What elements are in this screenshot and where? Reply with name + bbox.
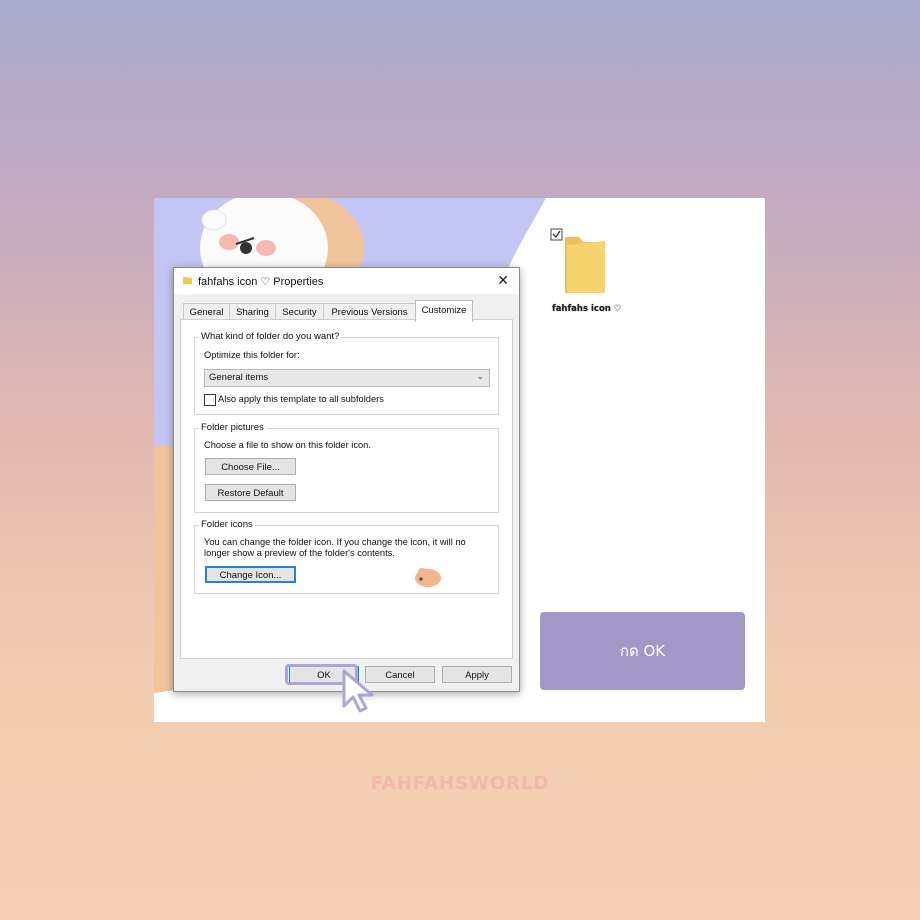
customize-panel: What kind of folder do you want? Optimiz… <box>180 319 513 659</box>
restore-default-button[interactable]: Restore Default <box>205 484 296 501</box>
dialog-title: fahfahs icon ♡ Properties <box>198 276 324 288</box>
instruction-ok-button[interactable]: กด OK <box>540 612 745 690</box>
folder-icons-description-2: longer show a preview of the folder's co… <box>204 548 395 558</box>
folder-type-legend: What kind of folder do you want? <box>199 331 342 342</box>
choose-file-button[interactable]: Choose File... <box>205 458 296 475</box>
brand-watermark: FAHFAHSWORLD <box>370 773 550 794</box>
tab-customize[interactable]: Customize <box>415 300 473 322</box>
folder-icons-legend: Folder icons <box>199 519 255 530</box>
folder-icons-group: Folder icons You can change the folder i… <box>194 519 499 594</box>
folder-icons-description-1: You can change the folder icon. If you c… <box>204 537 466 547</box>
folder-pictures-description: Choose a file to show on this folder ico… <box>204 440 371 450</box>
close-icon[interactable]: ✕ <box>497 272 509 289</box>
desktop-folder[interactable] <box>549 227 609 301</box>
folder-type-group: What kind of folder do you want? Optimiz… <box>194 331 499 415</box>
optimize-value: General items <box>209 372 269 383</box>
bear-sticker-icon <box>415 568 441 587</box>
folder-pictures-group: Folder pictures Choose a file to show on… <box>194 422 499 513</box>
title-bar[interactable]: fahfahs icon ♡ Properties ✕ <box>174 268 519 294</box>
folder-pictures-legend: Folder pictures <box>199 422 266 433</box>
apply-subfolders-checkbox[interactable] <box>204 394 216 406</box>
optimize-select[interactable]: General items ⌄ <box>204 369 490 387</box>
folder-icon <box>550 228 605 293</box>
optimize-label: Optimize this folder for: <box>204 350 300 360</box>
chevron-down-icon: ⌄ <box>476 371 484 381</box>
apply-subfolders-label: Also apply this template to all subfolde… <box>218 394 384 404</box>
change-icon-button[interactable]: Change Icon... <box>205 566 296 583</box>
folder-label: fahfahs icon ♡ <box>552 304 622 314</box>
apply-button[interactable]: Apply <box>442 666 512 683</box>
folder-icon <box>183 276 192 285</box>
cursor-icon <box>342 669 374 713</box>
properties-dialog: fahfahs icon ♡ Properties ✕ General Shar… <box>173 267 520 692</box>
